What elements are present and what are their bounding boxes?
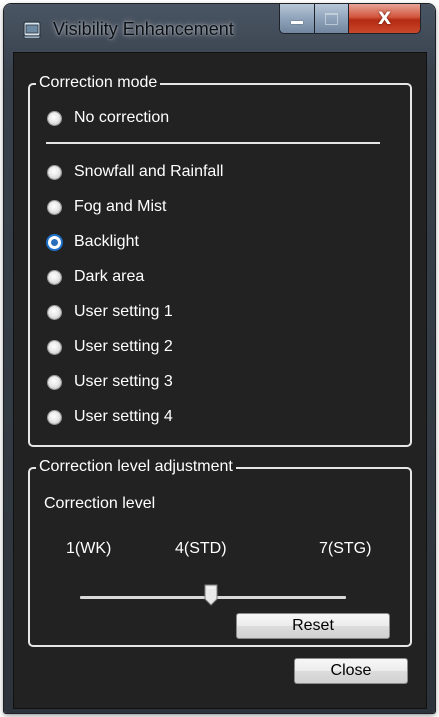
window-title: Visibility Enhancement bbox=[53, 19, 234, 39]
radio-button-icon[interactable] bbox=[48, 200, 61, 214]
app-window-icon bbox=[22, 21, 42, 39]
radio-label: Backlight bbox=[74, 233, 139, 250]
radio-no-correction[interactable]: No correction bbox=[48, 107, 169, 129]
radio-button-icon[interactable] bbox=[48, 305, 61, 319]
visibility-enhancement-window: Visibility Enhancement X Correction mode… bbox=[4, 4, 435, 713]
close-button[interactable]: Close bbox=[294, 658, 408, 684]
radio-user-setting-2[interactable]: User setting 2 bbox=[48, 336, 173, 358]
radio-user-setting-4[interactable]: User setting 4 bbox=[48, 406, 173, 428]
radio-label: Fog and Mist bbox=[74, 198, 167, 215]
slider-std-label: 4(STD) bbox=[175, 540, 227, 557]
radio-fog-mist[interactable]: Fog and Mist bbox=[48, 196, 166, 218]
correction-level-title: Correction level adjustment bbox=[36, 457, 236, 477]
maximize-button bbox=[315, 4, 349, 34]
slider-max-label: 7(STG) bbox=[319, 540, 372, 557]
correction-mode-title: Correction mode bbox=[36, 73, 161, 93]
correction-mode-group: Correction mode No correction Snowfall a… bbox=[28, 73, 412, 447]
radio-label: User setting 1 bbox=[74, 303, 173, 320]
radio-button-selected-icon[interactable] bbox=[48, 235, 61, 249]
radio-button-icon[interactable] bbox=[48, 340, 61, 354]
radio-label: User setting 3 bbox=[74, 373, 173, 390]
mode-divider bbox=[46, 142, 380, 144]
radio-button-icon[interactable] bbox=[48, 410, 61, 424]
radio-button-icon[interactable] bbox=[48, 270, 61, 284]
dialog-client-area: Correction mode No correction Snowfall a… bbox=[13, 52, 427, 709]
radio-label: User setting 4 bbox=[74, 408, 173, 425]
close-window-button[interactable]: X bbox=[349, 4, 421, 34]
radio-label: No correction bbox=[74, 109, 170, 126]
slider-min-label: 1(WK) bbox=[66, 540, 112, 557]
close-icon: X bbox=[377, 8, 392, 29]
reset-button[interactable]: Reset bbox=[236, 613, 390, 639]
radio-backlight[interactable]: Backlight bbox=[48, 231, 139, 253]
radio-button-icon[interactable] bbox=[48, 165, 61, 179]
radio-button-icon[interactable] bbox=[48, 111, 61, 125]
radio-label: Snowfall and Rainfall bbox=[74, 163, 224, 180]
radio-label: Dark area bbox=[74, 268, 145, 285]
radio-user-setting-3[interactable]: User setting 3 bbox=[48, 371, 173, 393]
title-bar[interactable]: Visibility Enhancement X bbox=[4, 4, 435, 50]
slider-thumb[interactable] bbox=[204, 584, 218, 606]
radio-label: User setting 2 bbox=[74, 338, 173, 355]
minimize-icon bbox=[291, 21, 303, 24]
radio-snowfall-rainfall[interactable]: Snowfall and Rainfall bbox=[48, 161, 223, 183]
correction-level-group: Correction level adjustment Correction l… bbox=[28, 457, 412, 647]
maximize-icon bbox=[325, 12, 338, 25]
caption-buttons: X bbox=[279, 4, 421, 34]
minimize-button[interactable] bbox=[279, 4, 315, 34]
radio-user-setting-1[interactable]: User setting 1 bbox=[48, 301, 173, 323]
radio-button-icon[interactable] bbox=[48, 375, 61, 389]
correction-level-label: Correction level bbox=[44, 495, 156, 512]
radio-dark-area[interactable]: Dark area bbox=[48, 266, 144, 288]
